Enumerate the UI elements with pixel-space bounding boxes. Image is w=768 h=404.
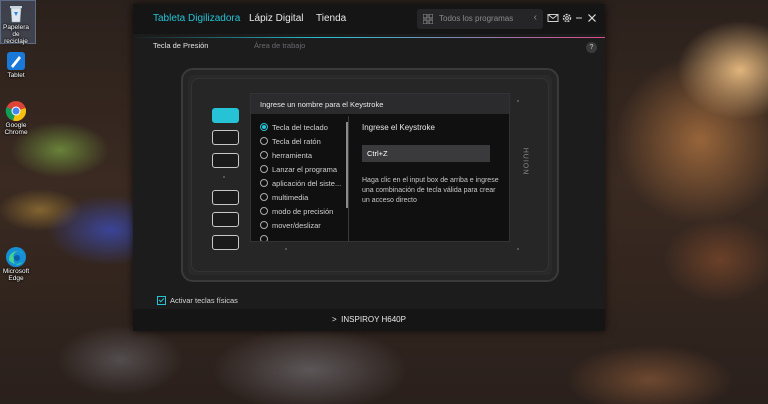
option-partial[interactable]: [260, 235, 272, 241]
dialog-header: Ingrese un nombre para el Keystroke: [251, 94, 509, 114]
title-bar: Tableta Digilizadora Lápiz Digital Tiend…: [133, 4, 605, 34]
corner-dot: [517, 248, 519, 250]
device-selector[interactable]: > INSPIROY H640P: [133, 315, 605, 324]
desktop-icon-chrome[interactable]: Google Chrome: [0, 100, 32, 136]
tab-pen[interactable]: Lápiz Digital: [249, 13, 303, 24]
keystroke-title: Ingrese el Keystroke: [362, 123, 435, 132]
option-keyboard-key[interactable]: Tecla del teclado: [260, 123, 328, 132]
radio[interactable]: [260, 151, 268, 160]
physical-keys-toggle[interactable]: Activar teclas físicas: [157, 295, 238, 306]
desktop-icon-edge[interactable]: Microsoft Edge: [0, 246, 32, 282]
program-selector-label: Todos los programas: [439, 14, 514, 23]
program-selector[interactable]: Todos los programas ‹: [417, 9, 543, 29]
radio-selected[interactable]: [260, 123, 268, 132]
desktop-icon-label: Tablet: [7, 72, 25, 79]
express-key-2[interactable]: [212, 130, 239, 145]
help-icon[interactable]: ?: [586, 42, 597, 53]
minimize-icon[interactable]: [573, 12, 585, 24]
option-mouse-key[interactable]: Tecla del ratón: [260, 137, 321, 146]
keystroke-dialog: Ingrese un nombre para el Keystroke Tecl…: [250, 93, 510, 242]
list-scrollbar[interactable]: [346, 122, 348, 208]
option-move-scroll[interactable]: mover/deslizar: [260, 221, 321, 230]
express-key-6[interactable]: [212, 235, 239, 250]
desktop-icon-label: Microsoft Edge: [2, 268, 30, 282]
radio[interactable]: [260, 165, 268, 174]
desktop-icon-tablet[interactable]: Tablet: [0, 50, 32, 79]
tablet-app-icon: [7, 52, 25, 70]
device-name: INSPIROY H640P: [341, 315, 406, 324]
express-key-3[interactable]: [212, 153, 239, 168]
physical-keys-label: Activar teclas físicas: [170, 296, 238, 305]
device-bar[interactable]: > INSPIROY H640P: [133, 309, 605, 331]
keystroke-input[interactable]: [362, 145, 490, 162]
desktop-icon-recycle-bin[interactable]: Papelera de reciclaje: [0, 2, 32, 45]
function-type-list[interactable]: Tecla del teclado Tecla del ratón herram…: [251, 116, 349, 241]
option-launch-program[interactable]: Lanzar el programa: [260, 165, 337, 174]
chevron-left-icon[interactable]: ‹: [534, 12, 537, 23]
option-precision-mode[interactable]: modo de precisión: [260, 207, 333, 216]
gear-icon[interactable]: [561, 12, 573, 24]
express-key-4[interactable]: [212, 190, 239, 205]
radio[interactable]: [260, 137, 268, 146]
express-key-5[interactable]: [212, 212, 239, 227]
subtab-work-area[interactable]: Área de trabajo: [254, 41, 305, 50]
option-multimedia[interactable]: multimedia: [260, 193, 308, 202]
option-system-app[interactable]: aplicación del siste...: [260, 179, 341, 188]
edge-icon: [6, 247, 26, 267]
close-icon[interactable]: [586, 12, 598, 24]
radio[interactable]: [260, 207, 268, 216]
desktop-icon-label: Papelera de reciclaje: [2, 24, 30, 45]
dialog-title: Ingrese un nombre para el Keystroke: [260, 100, 384, 109]
recycle-bin-icon: [10, 6, 22, 23]
checkbox[interactable]: [157, 295, 166, 305]
corner-dot: [285, 248, 287, 250]
grid-icon: [423, 14, 433, 24]
express-key-1[interactable]: [212, 108, 239, 123]
tab-tablet[interactable]: Tableta Digilizadora: [153, 13, 240, 24]
chevron-right-icon: >: [332, 315, 337, 324]
mail-icon[interactable]: [547, 12, 559, 24]
option-tool[interactable]: herramienta: [260, 151, 312, 160]
keystroke-help-text: Haga clic en el input box de arriba e in…: [362, 177, 499, 204]
radio[interactable]: [260, 221, 268, 230]
key-separator-dot: [223, 176, 225, 178]
radio[interactable]: [260, 235, 268, 241]
desktop-icon-label: Google Chrome: [4, 122, 28, 136]
radio[interactable]: [260, 179, 268, 188]
brand-logo: HUION: [521, 147, 529, 176]
tab-store[interactable]: Tienda: [316, 13, 346, 24]
chrome-icon: [5, 101, 26, 121]
corner-dot: [517, 100, 519, 102]
subtab-pressure-keys[interactable]: Tecla de Presión: [153, 41, 208, 50]
radio[interactable]: [260, 193, 268, 202]
tab-underline: [133, 37, 605, 38]
